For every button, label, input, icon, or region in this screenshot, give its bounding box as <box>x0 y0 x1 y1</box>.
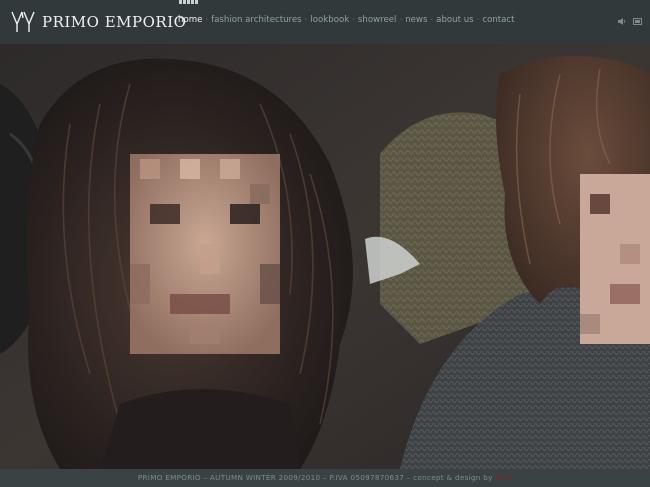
pixelated-face-right <box>580 174 650 344</box>
speaker-icon[interactable] <box>618 18 626 25</box>
nav-separator: · <box>476 15 480 25</box>
pixelated-face-left <box>130 154 280 354</box>
brand-name: PRIMO EMPORIO <box>42 13 187 31</box>
nav-item-lookbook[interactable]: lookbook <box>310 15 349 25</box>
site-header: PRIMO EMPORIO home · fashion architectur… <box>0 0 650 44</box>
brand-logo[interactable]: PRIMO EMPORIO <box>10 8 186 36</box>
nav-item-about-us[interactable]: about us <box>436 15 473 25</box>
loading-indicator <box>179 0 201 4</box>
footer-credit-link[interactable]: Mr.X <box>495 473 512 482</box>
nav-item-news[interactable]: news <box>405 15 427 25</box>
nav-item-home[interactable]: home <box>178 15 202 25</box>
logo-mark-icon <box>11 11 35 32</box>
slides-icon[interactable] <box>633 18 642 25</box>
nav-item-contact[interactable]: contact <box>482 15 514 25</box>
header-tools <box>618 18 642 25</box>
nav-separator: · <box>304 15 308 25</box>
nav-item-fashion-architectures[interactable]: fashion architectures <box>211 15 302 25</box>
hero-photo-image <box>0 44 650 469</box>
main-nav: home · fashion architectures · lookbook … <box>178 15 515 25</box>
hero-photo <box>0 44 650 469</box>
site-footer: PRIMO EMPORIO – AUTUMN WINTER 2009/2010 … <box>0 469 650 487</box>
nav-separator: · <box>352 15 355 25</box>
nav-separator: · <box>430 15 434 25</box>
nav-item-showreel[interactable]: showreel <box>358 15 397 25</box>
nav-separator: · <box>399 15 403 25</box>
nav-separator: · <box>205 15 209 25</box>
footer-text: PRIMO EMPORIO – AUTUMN WINTER 2009/2010 … <box>137 473 493 482</box>
